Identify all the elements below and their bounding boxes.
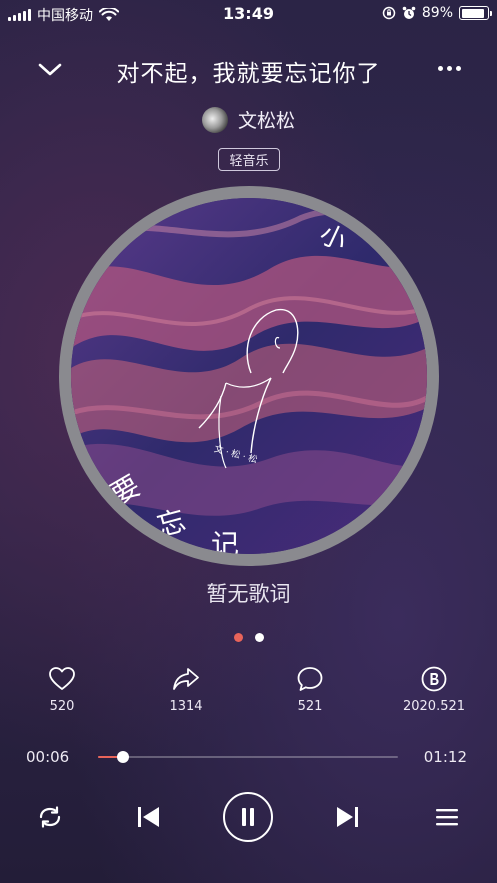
genre-tag[interactable]: 轻音乐 [218, 148, 280, 171]
playlist-button[interactable] [431, 802, 463, 832]
page-indicator [0, 633, 497, 642]
page-dot [254, 633, 264, 642]
comment-count: 521 [297, 699, 323, 714]
b-coin-icon [421, 666, 447, 692]
album-disc[interactable]: 文 · 松 · 松 小 要 忘 记 [59, 186, 439, 566]
next-icon [337, 807, 358, 827]
player-header: 对不起，我就要忘记你了 [0, 52, 497, 88]
status-right: 89% [382, 5, 492, 21]
repeat-icon [39, 806, 61, 828]
repeat-button[interactable] [34, 802, 66, 832]
comment-button[interactable]: 521 [265, 665, 355, 714]
previous-button[interactable] [132, 802, 164, 832]
share-button[interactable]: 1314 [141, 665, 231, 714]
lyrics-text[interactable]: 暂无歌词 [0, 578, 497, 608]
artist-row[interactable]: 文松松 [0, 106, 497, 133]
b-coin-button[interactable]: 2020.521 [389, 665, 479, 714]
album-art: 文 · 松 · 松 小 要 忘 记 [71, 198, 427, 554]
progress-row: 00:06 01:12 [0, 746, 497, 768]
chevron-down-icon [38, 63, 62, 76]
battery-percent: 89% [421, 5, 453, 21]
b-coin-count: 2020.521 [402, 699, 466, 714]
share-icon [173, 668, 199, 690]
battery-fill [461, 8, 484, 18]
more-dot [456, 66, 461, 71]
playback-controls [0, 790, 497, 844]
progress-thumb[interactable] [116, 751, 129, 763]
cover-glyph: 记 [211, 528, 239, 554]
total-time: 01:12 [423, 748, 467, 766]
current-time: 00:06 [26, 748, 70, 766]
song-title: 对不起，我就要忘记你了 [116, 61, 381, 87]
like-count: 520 [49, 699, 75, 714]
status-bar: 中国移动 13:49 89% [0, 0, 497, 28]
comment-icon [297, 667, 323, 691]
heart-icon [49, 667, 75, 690]
avatar[interactable] [201, 106, 228, 133]
playlist-icon [436, 809, 458, 826]
page-dot-active [233, 633, 243, 642]
alarm-icon [402, 6, 416, 19]
like-button[interactable]: 520 [17, 665, 107, 714]
album-cover: 文 · 松 · 松 小 要 忘 记 [71, 198, 427, 554]
battery-icon [459, 6, 492, 20]
next-button[interactable] [332, 802, 364, 832]
share-count: 1314 [169, 699, 203, 714]
previous-icon [138, 807, 159, 827]
artist-name[interactable]: 文松松 [238, 106, 295, 133]
rotation-lock-icon [382, 6, 396, 20]
progress-track[interactable] [98, 751, 398, 763]
action-row: 520 1314 521 2020.521 [0, 665, 497, 720]
more-dot [438, 66, 443, 71]
pause-icon [242, 808, 254, 826]
more-button[interactable] [438, 66, 461, 71]
collapse-button[interactable] [36, 58, 64, 82]
pause-button[interactable] [223, 792, 273, 842]
more-dot [447, 66, 452, 71]
